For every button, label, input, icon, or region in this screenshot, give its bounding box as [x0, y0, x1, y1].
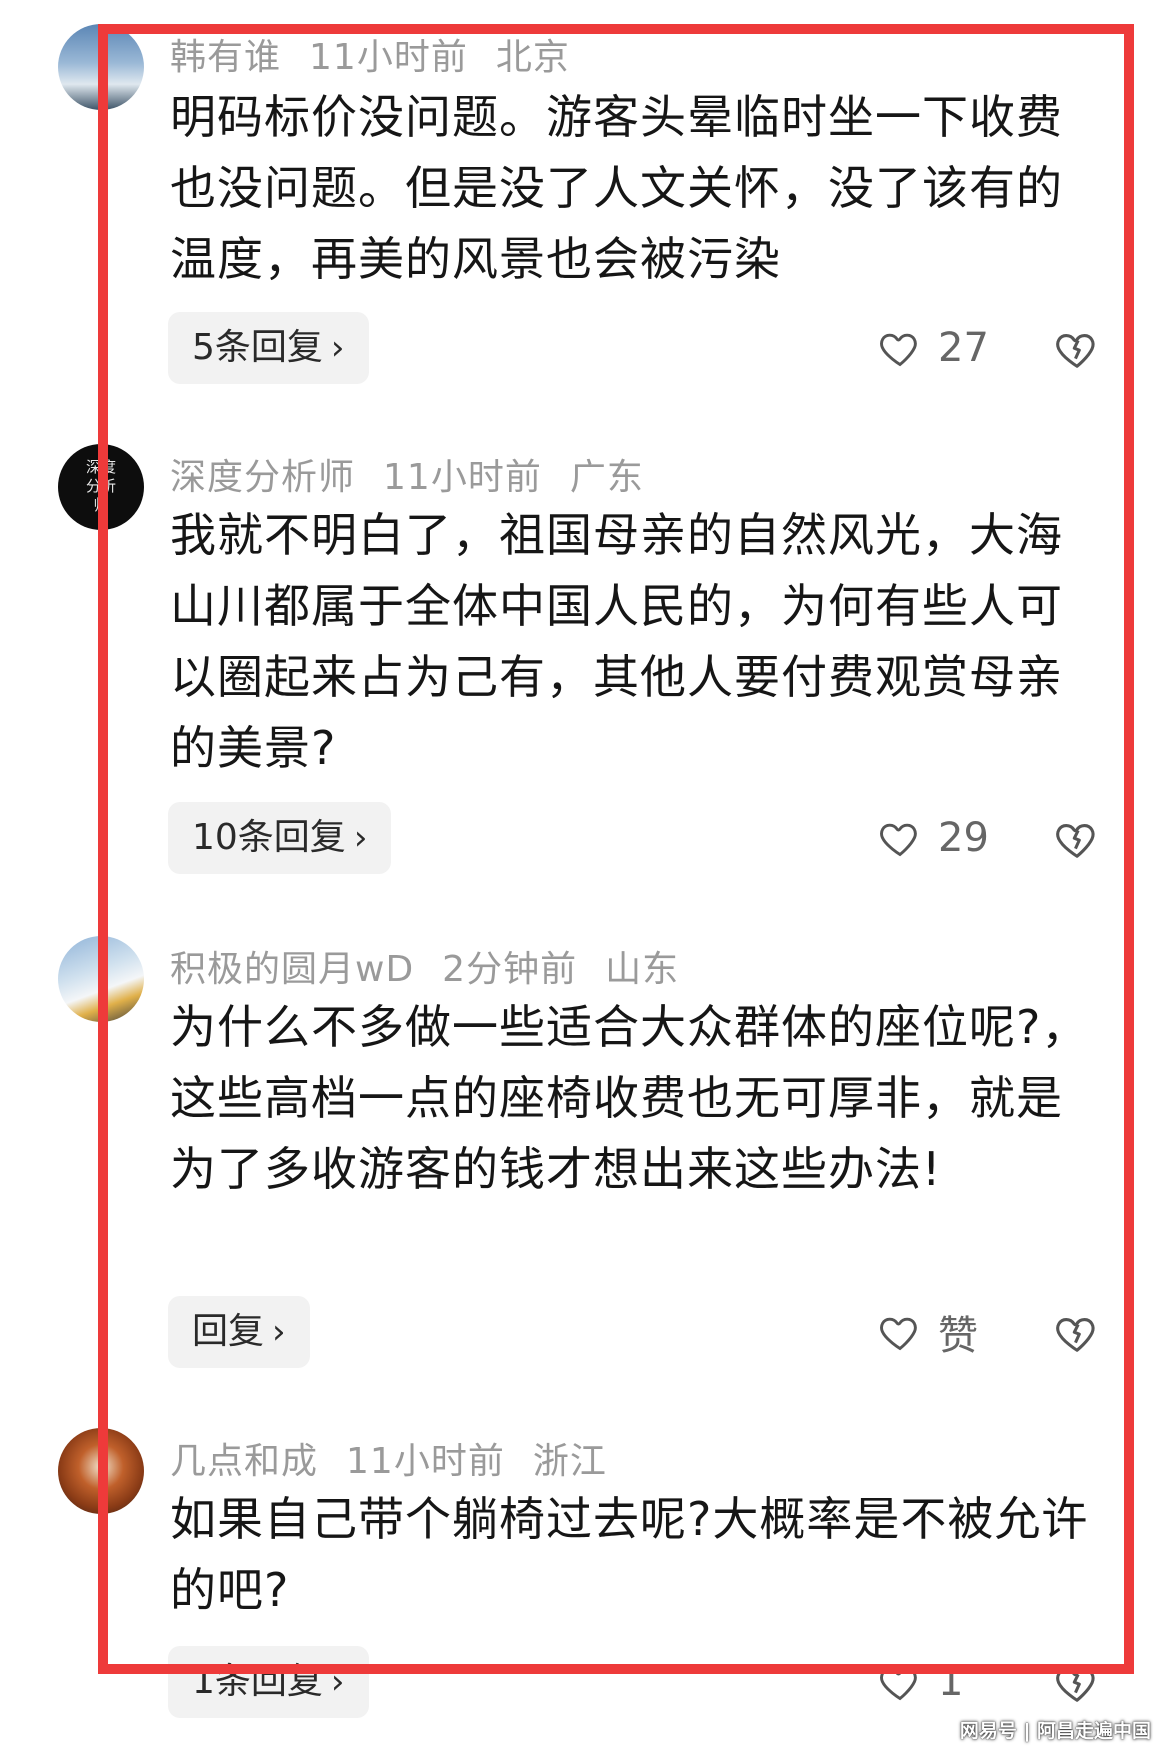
reply-label: 1条回复	[192, 1661, 323, 1702]
heart-outline-icon	[880, 333, 917, 367]
chevron-right-icon: ›	[353, 818, 368, 858]
like-count: 27	[938, 325, 989, 371]
reply-label: 5条回复	[192, 327, 323, 368]
comment-meta: 深度分析师 11小时前 广东	[170, 448, 672, 500]
comment-text: 明码标价没问题。游客头晕临时坐一下收费也没问题。但是没了人文关怀，没了该有的温度…	[170, 90, 1063, 286]
broken-heart-icon[interactable]	[1054, 1660, 1100, 1706]
view-replies-button[interactable]: 1条回复 ›	[168, 1646, 369, 1718]
heart-outline-icon	[880, 823, 917, 857]
username[interactable]: 韩有谁	[170, 37, 281, 78]
comment-text: 为什么不多做一些适合大众群体的座位呢?，这些高档一点的座椅收费也无可厚非，就是为…	[170, 1000, 1089, 1196]
location: 广东	[569, 457, 644, 498]
location: 浙江	[532, 1441, 607, 1482]
like-button[interactable]: 27	[878, 318, 989, 378]
comment-meta: 几点和成 11小时前 浙江	[170, 1432, 635, 1484]
chevron-right-icon: ›	[330, 1662, 345, 1702]
comment-text: 如果自己带个躺椅过去呢?大概率是不被允许的吧?	[170, 1492, 1089, 1617]
timestamp: 11小时前	[383, 457, 542, 498]
heart-outline-icon	[880, 1317, 917, 1351]
like-count: 29	[938, 815, 989, 861]
username[interactable]: 积极的圆月wD	[170, 949, 414, 990]
timestamp: 11小时前	[346, 1441, 505, 1482]
avatar[interactable]	[58, 24, 144, 110]
reply-button[interactable]: 回复 ›	[168, 1296, 310, 1368]
reply-label: 10条回复	[192, 817, 346, 858]
chevron-right-icon: ›	[330, 328, 345, 368]
comment-meta: 韩有谁 11小时前 北京	[170, 28, 598, 80]
timestamp: 2分钟前	[442, 949, 578, 990]
reply-label: 回复	[192, 1311, 265, 1352]
username[interactable]: 几点和成	[170, 1441, 318, 1482]
view-replies-button[interactable]: 5条回复 ›	[168, 312, 369, 384]
avatar[interactable]: 深度分析师	[58, 444, 144, 530]
chevron-right-icon: ›	[272, 1312, 286, 1352]
broken-heart-icon[interactable]	[1054, 1310, 1100, 1356]
avatar-label: 深度分析师	[85, 458, 116, 514]
broken-heart-icon[interactable]	[1054, 326, 1100, 372]
location: 山东	[605, 949, 680, 990]
avatar[interactable]	[58, 936, 144, 1022]
timestamp: 11小时前	[309, 37, 468, 78]
location: 北京	[495, 37, 570, 78]
like-count: 1	[938, 1659, 964, 1705]
like-button[interactable]: 赞	[878, 1302, 978, 1362]
avatar[interactable]	[58, 1428, 144, 1514]
heart-outline-icon	[880, 1667, 917, 1701]
like-count: 赞	[938, 1313, 978, 1359]
like-button[interactable]: 1	[878, 1652, 963, 1712]
watermark: 网易号 | 阿昌走遍中国	[959, 1720, 1151, 1742]
comment-text: 我就不明白了，祖国母亲的自然风光，大海山川都属于全体中国人民的，为何有些人可以圈…	[170, 508, 1063, 775]
like-button[interactable]: 29	[878, 808, 989, 868]
username[interactable]: 深度分析师	[170, 457, 355, 498]
view-replies-button[interactable]: 10条回复 ›	[168, 802, 392, 874]
comment-meta: 积极的圆月wD 2分钟前 山东	[170, 940, 707, 992]
broken-heart-icon[interactable]	[1054, 816, 1100, 862]
